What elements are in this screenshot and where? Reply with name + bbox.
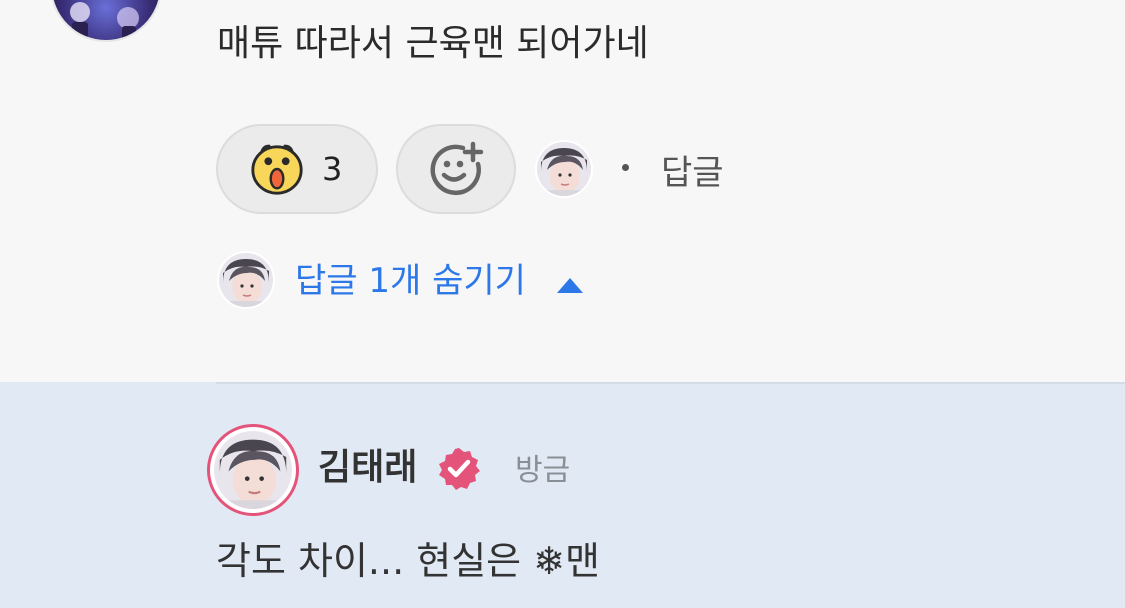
replier-avatar [217, 251, 275, 309]
verified-badge-icon [439, 448, 480, 490]
hide-replies-button[interactable]: 답글 1개 숨기기 [295, 258, 526, 304]
separator-dot [622, 164, 629, 171]
reply-text: 각도 차이... 현실은 ❄맨 [216, 539, 600, 583]
commenter-avatar[interactable] [50, 0, 162, 42]
add-reaction-button[interactable] [396, 124, 516, 214]
reactor-avatar[interactable] [535, 140, 593, 198]
reaction-count: 3 [322, 150, 343, 188]
author-avatar[interactable] [207, 424, 299, 516]
caret-up-icon[interactable] [557, 278, 583, 293]
add-reaction-smile-icon [430, 141, 484, 196]
shocked-face-icon [251, 144, 303, 195]
divider [216, 382, 1125, 384]
reaction-chip[interactable]: 3 [216, 124, 378, 214]
reply-button[interactable]: 답글 [661, 151, 724, 195]
author-name[interactable]: 김태래 [318, 445, 417, 491]
timestamp: 방금 [515, 453, 571, 488]
comment-text: 매튜 따라서 근육맨 되어가네 [217, 23, 649, 64]
